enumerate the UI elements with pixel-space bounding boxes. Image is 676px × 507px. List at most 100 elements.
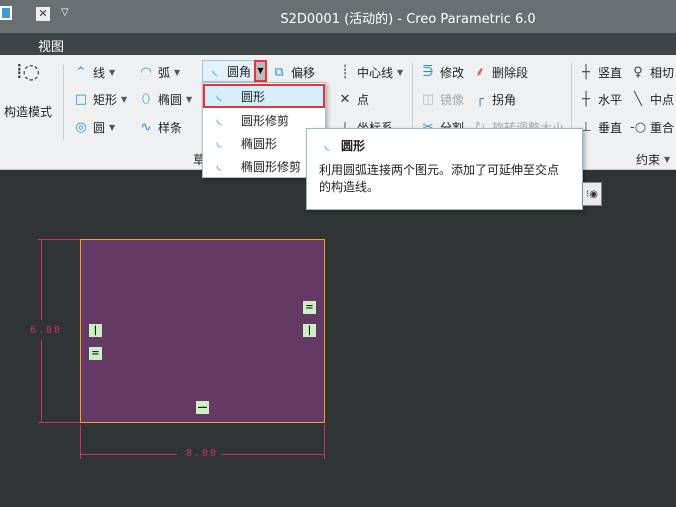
menu-bar: 视图 <box>0 33 676 55</box>
equal-constraint-icon[interactable]: = <box>303 301 316 314</box>
fillet-button[interactable]: ◟ 圆角 <box>202 60 257 82</box>
construction-mode-button[interactable]: ⁞◌ 构造模式 <box>4 59 53 120</box>
dropdown-item-label: 圆形修剪 <box>241 113 290 128</box>
coincident-label: 重合 <box>650 121 675 135</box>
chevron-down-icon: ▼ <box>664 155 671 164</box>
delete-segment-label: 删除段 <box>492 66 529 80</box>
spline-button[interactable]: ∿ 样条 <box>138 119 182 136</box>
midpoint-label: 中点 <box>650 93 675 107</box>
dropdown-item-label: 圆形 <box>241 89 266 104</box>
tangent-constraint-button[interactable]: ♀ 相切 <box>630 64 674 81</box>
height-dimension[interactable]: 6.00 <box>30 325 62 336</box>
fillet-dropdown-button[interactable]: ▼ <box>254 60 267 82</box>
point-button[interactable]: ✕ 点 <box>337 91 369 108</box>
equal-constraint-icon[interactable]: = <box>89 347 102 360</box>
circle-label: 圆 <box>93 121 106 135</box>
fillet-elliptical-icon: ◟ <box>216 135 222 150</box>
fillet-icon: ◟ <box>212 63 218 78</box>
delete-segment-icon: ⸙ <box>475 64 485 80</box>
ellipse-button[interactable]: ⬯ 椭圆 ▼ <box>138 91 192 108</box>
rectangle-label: 矩形 <box>93 93 118 107</box>
extension-line <box>38 239 80 240</box>
spline-label: 样条 <box>158 121 183 135</box>
dimension-line <box>41 240 42 320</box>
chevron-down-icon: ▼ <box>397 68 404 77</box>
offset-icon: ⧉ <box>274 64 284 80</box>
mirror-icon: ◫ <box>421 91 435 107</box>
arc-button[interactable]: ◠ 弧 ▼ <box>138 64 180 81</box>
chevron-down-icon: ▼ <box>186 95 193 104</box>
offset-button[interactable]: ⧉ 偏移 <box>271 64 315 81</box>
modify-button[interactable]: ⋽ 修改 <box>420 64 464 81</box>
modify-label: 修改 <box>440 66 465 80</box>
coincident-constraint-button[interactable]: -○ 重合 <box>630 119 674 136</box>
title-bar: ✕ ▽ S2D0001 (活动的) - Creo Parametric 6.0 <box>0 0 676 33</box>
midpoint-icon: ╲ <box>634 91 642 107</box>
offset-label: 偏移 <box>291 66 316 80</box>
mirror-button[interactable]: ◫ 镜像 <box>420 91 464 108</box>
horizontal-label: 水平 <box>598 93 623 107</box>
construction-mode-label: 构造模式 <box>4 105 53 119</box>
centerline-button[interactable]: ┊ 中心线 ▼ <box>337 64 403 81</box>
chevron-down-icon: ▼ <box>109 123 116 132</box>
ellipse-label: 椭圆 <box>158 93 183 107</box>
rectangle-button[interactable]: □ 矩形 ▼ <box>73 91 127 108</box>
delete-segment-button[interactable]: ⸙ 删除段 <box>472 64 528 81</box>
centerline-label: 中心线 <box>357 66 394 80</box>
line-button[interactable]: ⌃ 线 ▼ <box>73 64 116 81</box>
perpendicular-label: 垂直 <box>598 121 623 135</box>
sketch-rectangle[interactable] <box>80 239 325 423</box>
perpendicular-constraint-button[interactable]: ⊥ 垂直 <box>578 119 622 136</box>
centerline-icon: ┊ <box>341 64 349 80</box>
fillet-circular-icon: ◟ <box>216 88 222 103</box>
fillet-circular-trim-icon: ◟ <box>216 112 222 127</box>
fillet-label: 圆角 <box>227 64 252 79</box>
chevron-down-icon: ▼ <box>109 68 116 77</box>
arc-icon: ◠ <box>140 64 152 80</box>
dimension-line <box>41 340 42 422</box>
dropdown-item-label: 椭圆形修剪 <box>241 159 302 174</box>
menu-view[interactable]: 视图 <box>38 36 64 55</box>
window-title: S2D0001 (活动的) - Creo Parametric 6.0 <box>280 12 536 27</box>
extension-line <box>324 425 325 459</box>
point-label: 点 <box>357 93 370 107</box>
modify-icon: ⋽ <box>422 64 434 80</box>
line-icon: ⌃ <box>75 64 87 80</box>
vertical-constraint-icon[interactable]: | <box>303 324 316 337</box>
width-dimension[interactable]: 8.00 <box>186 448 218 459</box>
tangent-icon: ♀ <box>633 64 643 80</box>
mirror-label: 镜像 <box>440 93 465 107</box>
chevron-down-icon: ▼ <box>121 95 128 104</box>
point-icon: ✕ <box>339 91 351 107</box>
tangent-label: 相切 <box>650 66 675 80</box>
display-style-button[interactable]: ⁝◉ <box>582 182 602 206</box>
horizontal-constraint-button[interactable]: ┼ 水平 <box>578 91 622 108</box>
line-label: 线 <box>93 66 106 80</box>
fillet-elliptical-trim-icon: ◟ <box>216 158 222 173</box>
rectangle-icon: □ <box>74 91 88 107</box>
chevron-down-icon: ▼ <box>174 68 181 77</box>
circle-button[interactable]: ◎ 圆 ▼ <box>73 119 115 136</box>
ellipse-icon: ⬯ <box>141 91 151 107</box>
spline-icon: ∿ <box>140 119 152 135</box>
tooltip-body: 利用圆弧连接两个图元。添加了可延伸至交点的构造线。 <box>319 163 560 194</box>
corner-button[interactable]: ┌ 拐角 <box>472 91 516 108</box>
construction-mode-icon: ⁞◌ <box>16 59 40 83</box>
tooltip: ◟ 圆形 利用圆弧连接两个图元。添加了可延伸至交点的构造线。 <box>306 128 583 210</box>
horizontal-icon: ┼ <box>582 91 590 107</box>
horizontal-constraint-icon[interactable]: — <box>196 401 209 414</box>
dimension-line <box>221 454 324 455</box>
circle-icon: ◎ <box>75 119 87 135</box>
midpoint-constraint-button[interactable]: ╲ 中点 <box>630 91 674 108</box>
dropdown-item-circular[interactable]: ◟ 圆形 <box>203 84 325 108</box>
constrain-group-label[interactable]: 约束 ▼ <box>636 151 670 168</box>
constrain-group-text: 约束 <box>636 153 661 167</box>
dropdown-item-label: 椭圆形 <box>241 136 278 151</box>
vertical-constraint-button[interactable]: ┼ 竖直 <box>578 64 622 81</box>
vertical-label: 竖直 <box>598 66 623 80</box>
extension-line <box>38 422 80 423</box>
vertical-icon: ┼ <box>582 64 590 80</box>
dimension-line <box>80 454 177 455</box>
vertical-constraint-icon[interactable]: | <box>89 324 102 337</box>
fillet-circular-icon: ◟ <box>324 137 330 153</box>
